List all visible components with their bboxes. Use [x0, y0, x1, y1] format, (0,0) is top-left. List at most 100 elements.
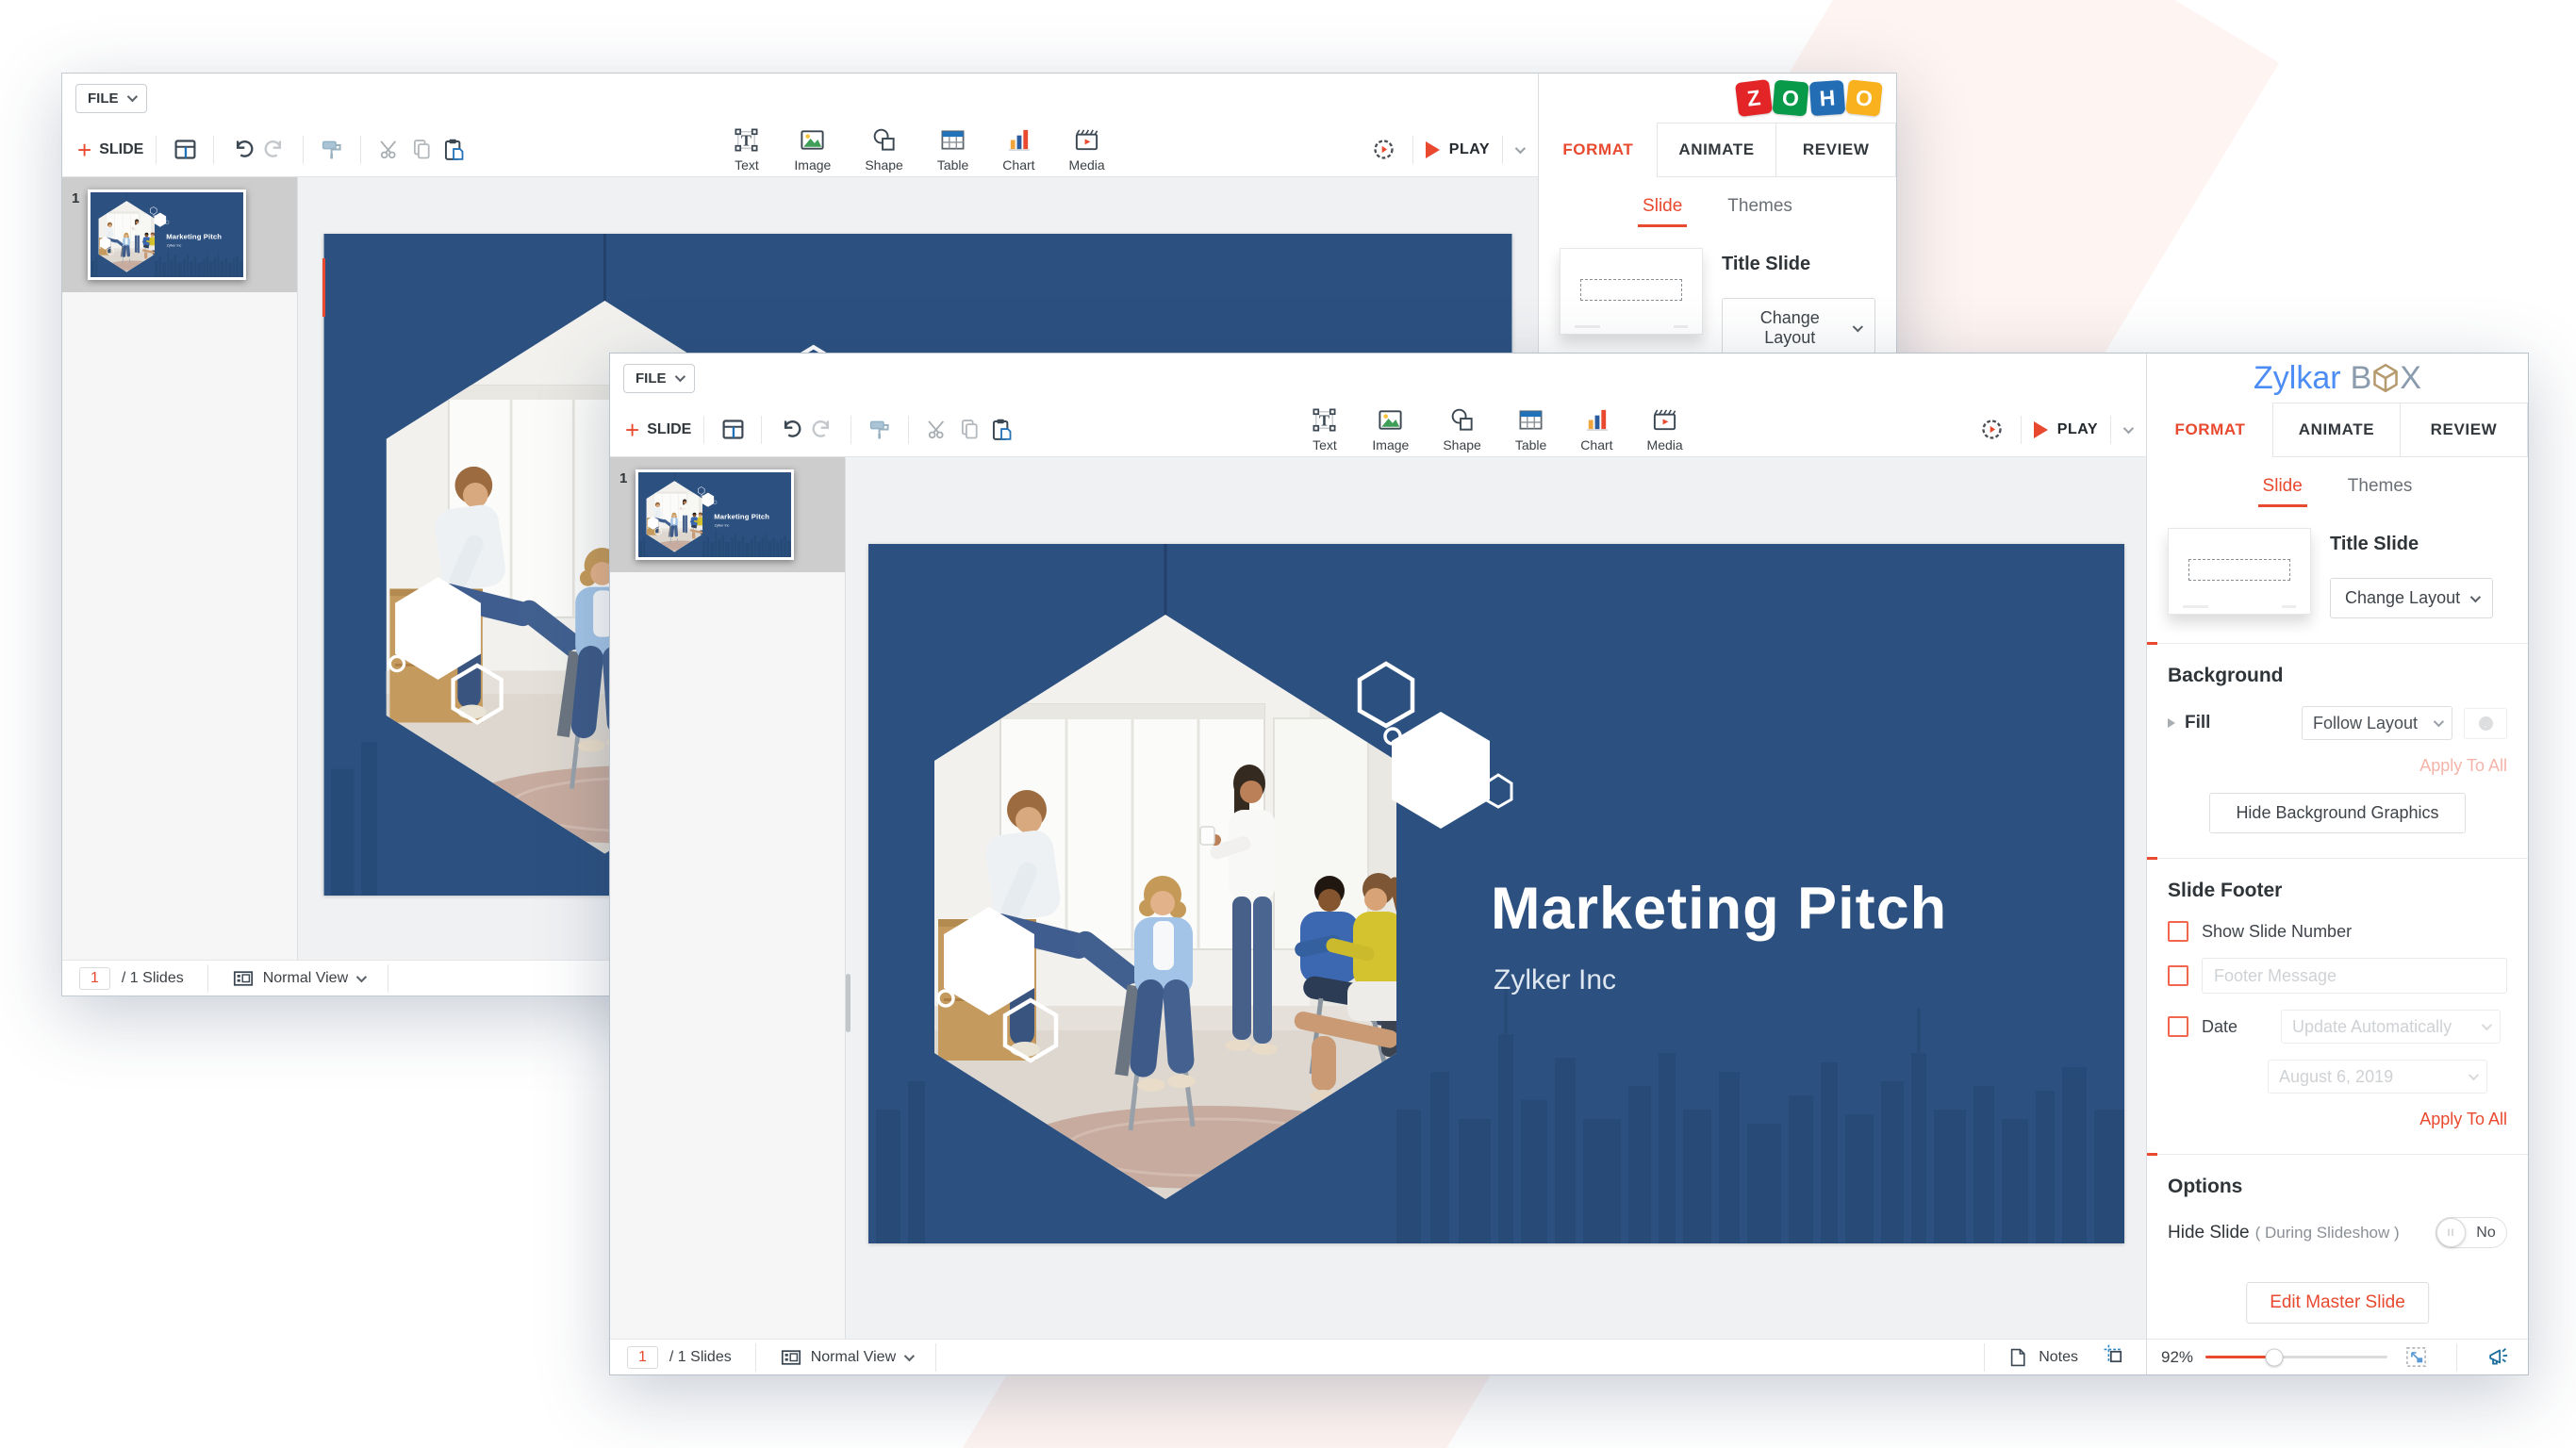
slideshow-settings-button[interactable]: [1368, 134, 1400, 166]
play-button[interactable]: PLAY: [1426, 136, 1523, 164]
file-menu-button[interactable]: FILE: [623, 364, 695, 393]
date-value-select[interactable]: August 6, 2019: [2268, 1060, 2487, 1094]
tab-animate[interactable]: ANIMATE: [2272, 403, 2401, 457]
slide-thumbnail-number: 1: [72, 189, 79, 280]
subtab-themes[interactable]: Themes: [2343, 476, 2418, 507]
insert-image-button[interactable]: Image: [1372, 406, 1409, 452]
paste-button[interactable]: [438, 134, 470, 166]
expand-caret-icon[interactable]: [2168, 718, 2175, 728]
add-slide-label: SLIDE: [647, 421, 691, 438]
insert-toolbar: Text Image Shape Table Chart Media: [733, 126, 1104, 173]
layout-preview[interactable]: [1560, 248, 1703, 335]
insert-shape-button[interactable]: Shape: [865, 126, 902, 173]
slide-editor[interactable]: [868, 544, 2124, 1243]
insert-media-button[interactable]: Media: [1069, 126, 1105, 173]
megaphone-icon: [2486, 1345, 2510, 1369]
change-layout-button[interactable]: Change Layout: [2330, 578, 2493, 618]
toolbar: + SLIDE Text Image Shape Table: [610, 403, 2146, 457]
subtab-slide[interactable]: Slide: [2258, 476, 2307, 507]
tab-review[interactable]: REVIEW: [2400, 403, 2528, 457]
brand-area: Z O H O: [1538, 74, 1896, 123]
hide-background-graphics-button[interactable]: Hide Background Graphics: [2209, 793, 2465, 833]
add-slide-button[interactable]: + SLIDE: [625, 420, 691, 439]
current-slide-box[interactable]: 1: [79, 967, 110, 990]
shape-icon: [1448, 406, 1476, 434]
tab-review[interactable]: REVIEW: [1775, 123, 1896, 177]
change-layout-button[interactable]: Change Layout: [1722, 298, 1875, 358]
insert-text-button[interactable]: Text: [1311, 406, 1338, 452]
insert-table-button[interactable]: Table: [937, 126, 968, 173]
undo-button[interactable]: [774, 414, 806, 446]
footer-apply-to-all-link[interactable]: Apply To All: [2168, 1110, 2507, 1129]
date-mode-select[interactable]: Update Automatically: [2281, 1010, 2501, 1044]
add-slide-button[interactable]: + SLIDE: [77, 140, 143, 159]
cut-button[interactable]: [373, 134, 405, 166]
slide-thumbnail-item[interactable]: 1: [62, 177, 297, 292]
file-menu-button[interactable]: FILE: [75, 84, 147, 113]
undo-button[interactable]: [226, 134, 258, 166]
editor-canvas[interactable]: [846, 457, 2146, 1339]
change-layout-icon-button[interactable]: [169, 134, 201, 166]
guides-button[interactable]: [2103, 1343, 2125, 1371]
status-bar: 1 / 1 Slides Normal View Notes: [610, 1339, 2146, 1374]
insert-table-button[interactable]: Table: [1515, 406, 1546, 452]
format-painter-button[interactable]: [316, 134, 348, 166]
slide-count-label: / 1 Slides: [122, 970, 184, 987]
show-slide-number-checkbox[interactable]: [2168, 921, 2188, 942]
zoom-slider-knob[interactable]: [2266, 1348, 2284, 1366]
insert-media-button[interactable]: Media: [1647, 406, 1683, 452]
cut-button[interactable]: [921, 414, 953, 446]
footer-message-checkbox[interactable]: [2168, 965, 2188, 986]
insert-image-button[interactable]: Image: [794, 126, 831, 173]
insert-text-button[interactable]: Text: [733, 126, 760, 173]
insert-chart-button[interactable]: Chart: [1580, 406, 1612, 452]
fit-to-screen-button[interactable]: [2400, 1341, 2432, 1374]
hide-slide-toggle[interactable]: II No: [2436, 1217, 2507, 1248]
redo-icon: [810, 417, 835, 442]
zoom-slider[interactable]: [2205, 1356, 2387, 1358]
play-icon: [1426, 141, 1440, 158]
copy-icon: [957, 417, 983, 442]
scrollbar[interactable]: [846, 974, 850, 1032]
format-painter-button[interactable]: [864, 414, 896, 446]
redo-button[interactable]: [806, 414, 838, 446]
insert-chart-button[interactable]: Chart: [1002, 126, 1034, 173]
subtab-themes[interactable]: Themes: [1723, 196, 1797, 227]
tab-format[interactable]: FORMAT: [2147, 403, 2273, 457]
layout-preview[interactable]: [2168, 528, 2311, 615]
announcements-button[interactable]: [2482, 1341, 2514, 1374]
copy-button[interactable]: [405, 134, 438, 166]
view-mode-selector[interactable]: Normal View: [232, 967, 364, 990]
slideshow-settings-button[interactable]: [1976, 414, 2008, 446]
edit-master-slide-button[interactable]: Edit Master Slide: [2246, 1282, 2429, 1324]
chevron-down-icon: [356, 971, 367, 981]
redo-button[interactable]: [258, 134, 290, 166]
tab-format[interactable]: FORMAT: [1539, 123, 1658, 177]
insert-shape-button[interactable]: Shape: [1443, 406, 1480, 452]
toggle-knob[interactable]: II: [2436, 1218, 2466, 1247]
change-layout-icon-button[interactable]: [717, 414, 749, 446]
copy-icon: [409, 137, 435, 162]
slide-thumbnail-item[interactable]: 1: [610, 457, 845, 572]
view-mode-selector[interactable]: Normal View: [780, 1346, 912, 1369]
divider: [761, 416, 762, 444]
current-slide-box[interactable]: 1: [627, 1346, 658, 1369]
background-apply-to-all-link[interactable]: Apply To All: [2168, 756, 2507, 776]
notes-button[interactable]: Notes: [1972, 1343, 2078, 1372]
undo-icon: [778, 417, 803, 442]
subtab-slide[interactable]: Slide: [1638, 196, 1687, 227]
slide-thumbnail[interactable]: [88, 189, 246, 280]
slide-thumbnail-art: [91, 192, 243, 277]
play-button[interactable]: PLAY: [2034, 416, 2131, 444]
paste-icon: [441, 137, 467, 162]
date-checkbox[interactable]: [2168, 1016, 2188, 1037]
slide-thumbnail[interactable]: [636, 469, 794, 560]
copy-button[interactable]: [953, 414, 985, 446]
fill-mode-select[interactable]: Follow Layout: [2302, 706, 2452, 740]
tab-animate[interactable]: ANIMATE: [1657, 123, 1777, 177]
footer-message-input[interactable]: [2202, 958, 2507, 994]
chart-icon: [1583, 406, 1610, 434]
fill-color-picker[interactable]: ˯: [2464, 708, 2507, 739]
paste-button[interactable]: [985, 414, 1017, 446]
chevron-down-icon: [2434, 716, 2444, 727]
